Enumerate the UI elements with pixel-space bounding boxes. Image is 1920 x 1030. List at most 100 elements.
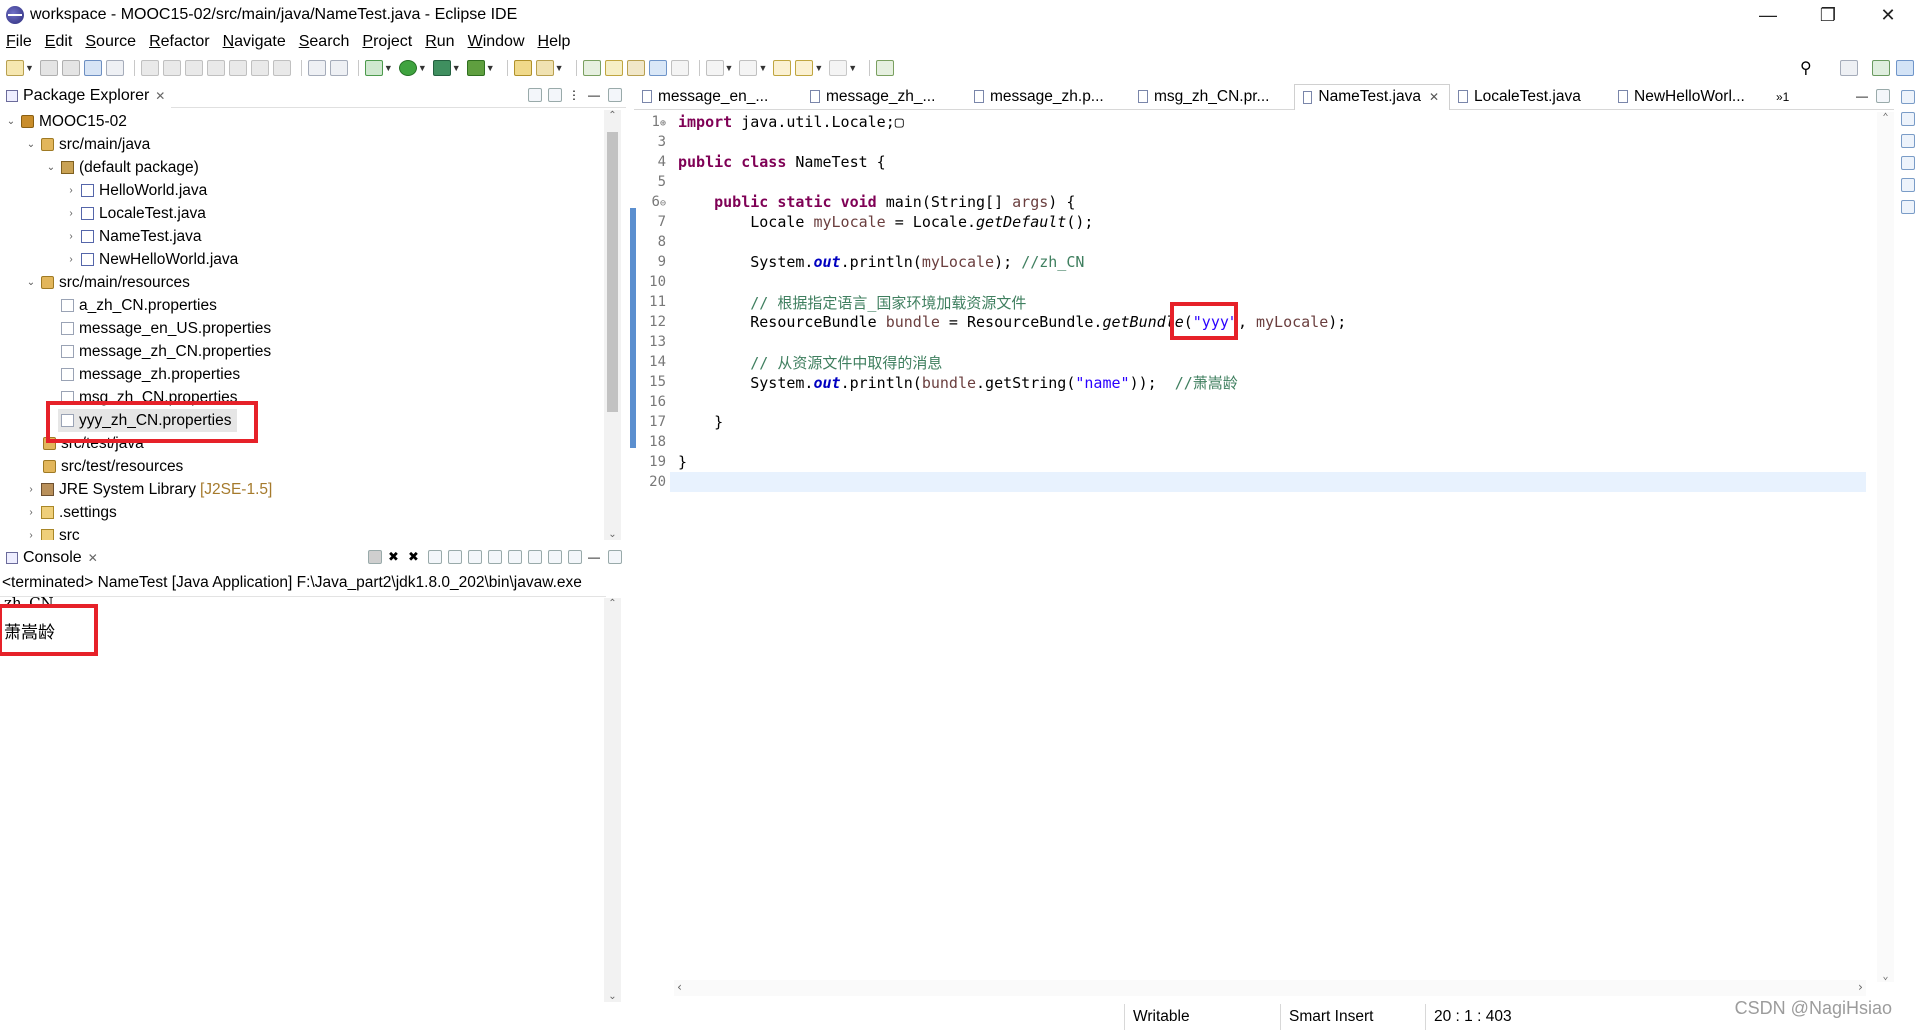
chevron-right-icon[interactable]: › [64,185,78,196]
open-perspective-icon[interactable] [1840,60,1858,76]
tree-item-src[interactable]: › src [24,524,80,540]
open-type-icon[interactable] [582,60,601,76]
scroll-right-icon[interactable]: › [1857,980,1864,994]
tree-item-nametest[interactable]: › NameTest.java [64,225,201,248]
variables-icon[interactable] [1901,112,1915,126]
clear-console-icon[interactable] [428,550,442,564]
use-step-filters-icon[interactable] [329,60,348,76]
tree-item-localetest[interactable]: › LocaleTest.java [64,202,206,225]
suspend-icon[interactable] [162,60,181,76]
task-list-icon[interactable] [1901,178,1915,192]
skip-breakpoints-icon[interactable] [105,60,124,76]
editor-horizontal-scrollbar[interactable]: ‹ › [674,980,1866,996]
breakpoints-icon[interactable] [1901,134,1915,148]
collapse-all-icon[interactable] [528,88,542,102]
debug-icon[interactable] [364,60,383,76]
pin-console-icon[interactable] [528,550,542,564]
scroll-down-icon[interactable]: ⌄ [1877,971,1894,982]
minimize-button[interactable]: — [1740,0,1796,30]
tab-console[interactable]: Console ✕ [0,546,104,570]
minimize-view-icon[interactable]: — [588,88,602,102]
toggle-mark-occurrences-icon[interactable] [648,60,667,76]
previous-annotation-dropdown-icon[interactable]: ▼ [758,63,767,73]
menu-help[interactable]: Help [538,33,571,51]
terminal-icon[interactable] [83,60,102,76]
code-editor[interactable]: 1⊕ import java.util.Locale;▢ 3 4 public cl… [630,112,1894,1004]
terminate-icon[interactable] [184,60,203,76]
previous-annotation-icon[interactable] [739,60,758,76]
scroll-up-icon[interactable]: ⌃ [604,110,621,121]
menu-search[interactable]: Search [299,33,350,51]
tree-item-message-en-us-properties[interactable]: message_en_US.properties [58,317,271,340]
tree-item-message-zh-cn-properties[interactable]: message_zh_CN.properties [58,340,271,363]
tab-nametest[interactable]: NameTest.java ✕ [1294,83,1450,110]
resume-icon[interactable] [140,60,159,76]
terminate-console-icon[interactable] [368,550,382,564]
save-icon[interactable] [39,60,58,76]
close-icon[interactable]: ✕ [1429,90,1439,104]
maximize-view-icon[interactable] [1876,89,1890,103]
show-on-stdout-icon[interactable] [488,550,502,564]
menu-edit[interactable]: Edit [45,33,73,51]
close-icon[interactable]: ✕ [155,89,165,103]
menu-navigate[interactable]: Navigate [223,33,286,51]
tree-item-project[interactable]: ⌄ MOOC15-02 [4,110,127,133]
tree-item-src-main-resources[interactable]: ⌄ src/main/resources [24,271,190,294]
tab-message-en[interactable]: message_en_... [634,84,802,110]
debug-perspective-icon[interactable] [1896,60,1914,76]
close-button[interactable]: ✕ [1860,0,1916,30]
word-wrap-icon[interactable] [468,550,482,564]
step-over-icon[interactable] [250,60,269,76]
tab-localetest[interactable]: LocaleTest.java [1450,84,1610,110]
step-into-icon[interactable] [228,60,247,76]
chevron-right-icon[interactable]: › [24,507,38,518]
menu-file[interactable]: File [6,33,32,51]
scrollbar-thumb[interactable] [607,132,618,412]
chevron-down-icon[interactable]: ⌄ [24,277,38,288]
scroll-up-icon[interactable]: ⌃ [1877,112,1894,123]
scroll-up-icon[interactable]: ⌃ [604,598,621,609]
menu-project[interactable]: Project [362,33,412,51]
chevron-right-icon[interactable]: › [24,530,38,540]
tree-item-src-test-resources[interactable]: src/test/resources [40,455,183,478]
console-scrollbar[interactable]: ⌃ ⌄ [604,598,621,1002]
tab-msg-zh-cn[interactable]: msg_zh_CN.pr... [1130,84,1294,110]
tab-message-zh-p[interactable]: message_zh.p... [966,84,1130,110]
tab-newhelloworld[interactable]: NewHelloWorl... [1610,84,1770,110]
forward-icon[interactable] [829,60,848,76]
show-on-stderr-icon[interactable] [508,550,522,564]
chevron-right-icon[interactable]: › [64,254,78,265]
maximize-view-icon[interactable] [608,88,622,102]
last-edit-location-icon[interactable] [773,60,792,76]
menu-window[interactable]: Window [468,33,525,51]
display-console-icon[interactable] [548,550,562,564]
minimize-view-icon[interactable]: — [588,550,602,564]
chevron-right-icon[interactable]: › [24,484,38,495]
status-insert-mode[interactable]: Smart Insert [1280,1004,1430,1030]
tab-package-explorer[interactable]: Package Explorer ✕ [0,83,172,108]
fold-collapse-icon[interactable]: ⊖ [660,198,666,209]
back-dropdown-icon[interactable]: ▼ [814,63,823,73]
new-icon[interactable] [6,60,24,76]
explorer-scrollbar[interactable]: ⌃ ⌄ [604,110,621,540]
restore-button[interactable]: ❐ [1800,0,1856,30]
scroll-lock-icon[interactable] [448,550,462,564]
close-icon[interactable]: ✕ [88,551,98,565]
scroll-down-icon[interactable]: ⌄ [604,991,621,1002]
tree-item-a-zh-cn-properties[interactable]: a_zh_CN.properties [58,294,217,317]
link-with-editor-icon[interactable] [548,88,562,102]
show-whitespace-icon[interactable] [670,60,689,76]
tab-message-zh[interactable]: message_zh_... [802,84,966,110]
tree-item-src-main-java[interactable]: ⌄ src/main/java [24,133,151,156]
step-return-icon[interactable] [272,60,291,76]
run-dropdown-icon[interactable]: ▼ [418,63,427,73]
coverage-icon[interactable] [432,60,451,76]
outline-icon[interactable] [1901,90,1915,104]
menu-run[interactable]: Run [425,33,454,51]
back-icon[interactable] [795,60,814,76]
chevron-down-icon[interactable]: ⌄ [4,116,18,127]
chevron-right-icon[interactable]: › [64,231,78,242]
menu-source[interactable]: Source [85,33,136,51]
new-java-project-icon[interactable] [513,60,532,76]
tree-item-default-package[interactable]: ⌄ (default package) [44,156,199,179]
